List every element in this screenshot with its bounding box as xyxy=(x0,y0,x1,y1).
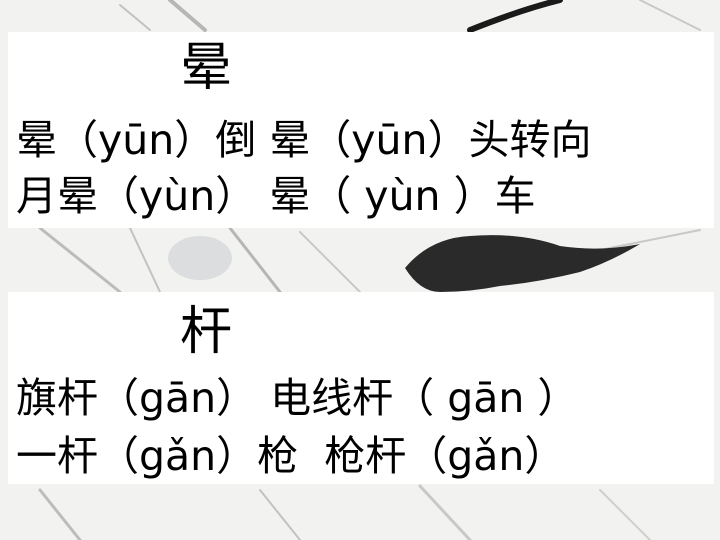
moon-wash xyxy=(168,236,232,280)
section-yun-panel: 晕 晕（yūn）倒 晕（yūn）头转向 月晕（yùn） 晕（ yùn ）车 xyxy=(8,32,714,228)
yun-line-2: 月晕（yùn） 晕（ yùn ）车 xyxy=(16,172,536,220)
gan-line-1: 旗杆（gān） 电线杆（ gān ） xyxy=(16,374,579,422)
gan-line-2: 一杆（gǎn）枪 枪杆（gǎn） xyxy=(16,432,566,480)
heading-gan: 杆 xyxy=(180,302,233,362)
section-gan-panel: 杆 旗杆（gān） 电线杆（ gān ） 一杆（gǎn）枪 枪杆（gǎn） xyxy=(8,292,714,484)
yun-line-1: 晕（yūn）倒 晕（yūn）头转向 xyxy=(16,116,592,164)
heading-yun: 晕 xyxy=(180,38,233,98)
swallow-bird xyxy=(405,235,640,292)
